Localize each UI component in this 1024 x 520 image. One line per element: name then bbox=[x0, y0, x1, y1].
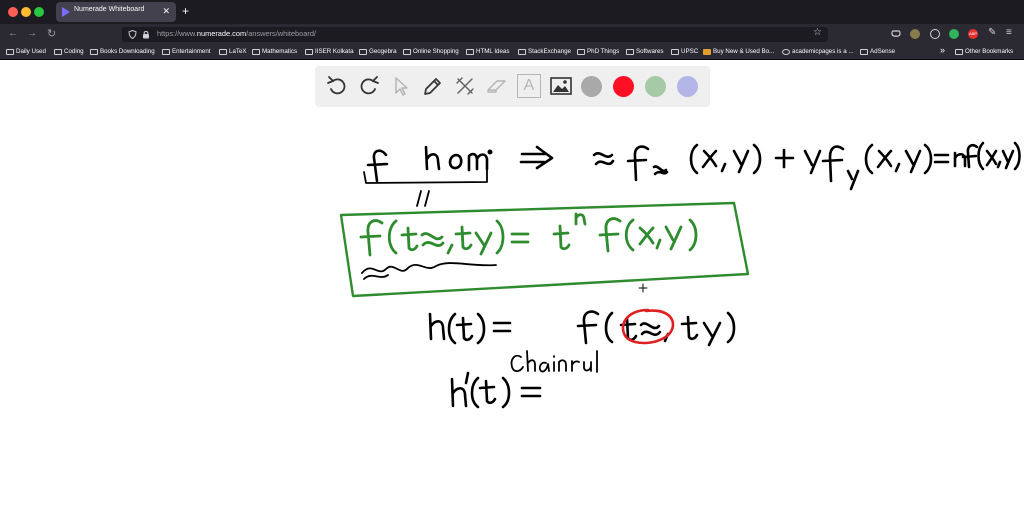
new-tab-button[interactable]: + bbox=[182, 4, 189, 18]
minimize-window-button[interactable] bbox=[21, 7, 31, 17]
bookmark-folder[interactable]: Coding bbox=[54, 47, 84, 57]
bookmark-folder[interactable]: Geogebra bbox=[359, 47, 397, 57]
address-bar[interactable]: https://www.numerade.com/answers/whitebo… bbox=[122, 27, 828, 42]
homogeneity-definition-box bbox=[339, 201, 750, 298]
pointer-icon[interactable] bbox=[389, 74, 413, 98]
folder-icon bbox=[54, 49, 62, 55]
handwritten-annotation-chain-rule bbox=[510, 350, 598, 373]
folder-icon bbox=[518, 49, 526, 55]
undo-icon[interactable] bbox=[325, 74, 349, 98]
tools-icon[interactable] bbox=[453, 74, 477, 98]
tab-numerade-whiteboard[interactable]: Numerade Whiteboard ✕ bbox=[56, 2, 176, 22]
folder-icon bbox=[626, 49, 634, 55]
pencil-icon[interactable] bbox=[421, 74, 445, 98]
shop-icon bbox=[703, 49, 711, 55]
squiggle-underline bbox=[361, 262, 497, 280]
bookmark-folder[interactable]: LaTeX bbox=[219, 47, 247, 57]
other-bookmarks-folder[interactable]: Other Bookmarks bbox=[955, 47, 1013, 57]
reload-icon[interactable]: ↻ bbox=[47, 27, 56, 41]
forward-arrow-icon[interactable]: → bbox=[27, 27, 37, 41]
bookmark-folder[interactable]: HTML Ideas bbox=[466, 47, 509, 57]
bookmark-folder[interactable]: UPSC bbox=[671, 47, 698, 57]
menu-icon[interactable]: ≡ bbox=[1006, 27, 1012, 38]
bookmark-folder[interactable]: StackExchange bbox=[518, 47, 571, 57]
bookmark-folder[interactable]: Entertainment bbox=[162, 47, 211, 57]
text-tool-icon[interactable]: A bbox=[517, 74, 541, 98]
bookmark-folder[interactable]: AdSense bbox=[860, 47, 895, 57]
folder-icon bbox=[671, 49, 679, 55]
extension-avatar-icon[interactable] bbox=[910, 29, 920, 39]
folder-icon bbox=[577, 49, 585, 55]
bookmark-folder[interactable]: Daily Used bbox=[6, 47, 46, 57]
bookmark-link[interactable]: academicpages is a ... bbox=[782, 47, 854, 57]
folder-icon bbox=[219, 49, 227, 55]
folder-icon bbox=[6, 49, 14, 55]
lock-icon[interactable] bbox=[142, 30, 150, 39]
maximize-window-button[interactable] bbox=[34, 7, 44, 17]
pocket-icon[interactable] bbox=[891, 29, 901, 39]
bookmarks-overflow-button[interactable]: » bbox=[940, 45, 945, 55]
adblock-icon[interactable]: ABP bbox=[968, 29, 978, 39]
extension-green-icon[interactable] bbox=[949, 29, 959, 39]
whiteboard-canvas[interactable]: A bbox=[0, 61, 1024, 520]
color-swatch-red[interactable] bbox=[613, 76, 634, 97]
bookmark-folder[interactable]: Online Shopping bbox=[403, 47, 459, 57]
tab-title: Numerade Whiteboard bbox=[74, 6, 145, 13]
bookmark-folder[interactable]: IISER Kolkata bbox=[305, 47, 354, 57]
folder-icon bbox=[359, 49, 367, 55]
folder-icon bbox=[403, 49, 411, 55]
color-swatch-light-green[interactable] bbox=[645, 76, 666, 97]
navigation-bar: ← → ↻ https://www.numerade.com/answers/w… bbox=[0, 24, 1024, 44]
handwriting-layer bbox=[339, 141, 1021, 409]
close-tab-icon[interactable]: ✕ bbox=[162, 5, 170, 17]
folder-icon bbox=[860, 49, 868, 55]
folder-icon bbox=[90, 49, 98, 55]
eraser-icon[interactable] bbox=[485, 74, 509, 98]
underbrace-mark bbox=[363, 168, 488, 207]
highlight-circle bbox=[621, 308, 675, 345]
crosshair-cursor bbox=[638, 283, 648, 293]
close-window-button[interactable] bbox=[8, 7, 18, 17]
pen-extension-icon[interactable]: ✎ bbox=[988, 27, 996, 38]
folder-icon bbox=[305, 49, 313, 55]
shield-icon[interactable] bbox=[128, 30, 137, 39]
handwritten-line-h-prime bbox=[450, 371, 542, 409]
folder-icon bbox=[955, 49, 963, 55]
redo-icon[interactable] bbox=[357, 74, 381, 98]
folder-icon bbox=[252, 49, 260, 55]
back-arrow-icon[interactable]: ← bbox=[8, 27, 18, 41]
folder-icon bbox=[466, 49, 474, 55]
globe-icon bbox=[782, 49, 790, 55]
bookmark-folder[interactable]: Books Downloading bbox=[90, 47, 155, 57]
bookmark-folder[interactable]: Mathematics bbox=[252, 47, 297, 57]
numerade-favicon-icon bbox=[62, 7, 70, 17]
folder-icon bbox=[162, 49, 170, 55]
bookmarks-bar: Daily Used Coding Books Downloading Ente… bbox=[0, 44, 1024, 60]
extension-icon[interactable] bbox=[930, 29, 940, 39]
handwritten-line-h-of-t bbox=[428, 310, 736, 347]
browser-titlebar: Numerade Whiteboard ✕ + bbox=[0, 0, 1024, 24]
whiteboard-toolbar: A bbox=[315, 66, 710, 107]
bookmark-folder[interactable]: PhD Things bbox=[577, 47, 619, 57]
url-text[interactable]: https://www.numerade.com/answers/whitebo… bbox=[157, 29, 316, 38]
bookmark-link[interactable]: Buy New & Used Bo... bbox=[703, 47, 774, 57]
bookmark-star-icon[interactable]: ☆ bbox=[813, 27, 822, 38]
bookmark-folder[interactable]: Softwares bbox=[626, 47, 664, 57]
color-swatch-gray[interactable] bbox=[581, 76, 602, 97]
color-swatch-lavender[interactable] bbox=[677, 76, 698, 97]
image-icon[interactable] bbox=[549, 74, 573, 98]
